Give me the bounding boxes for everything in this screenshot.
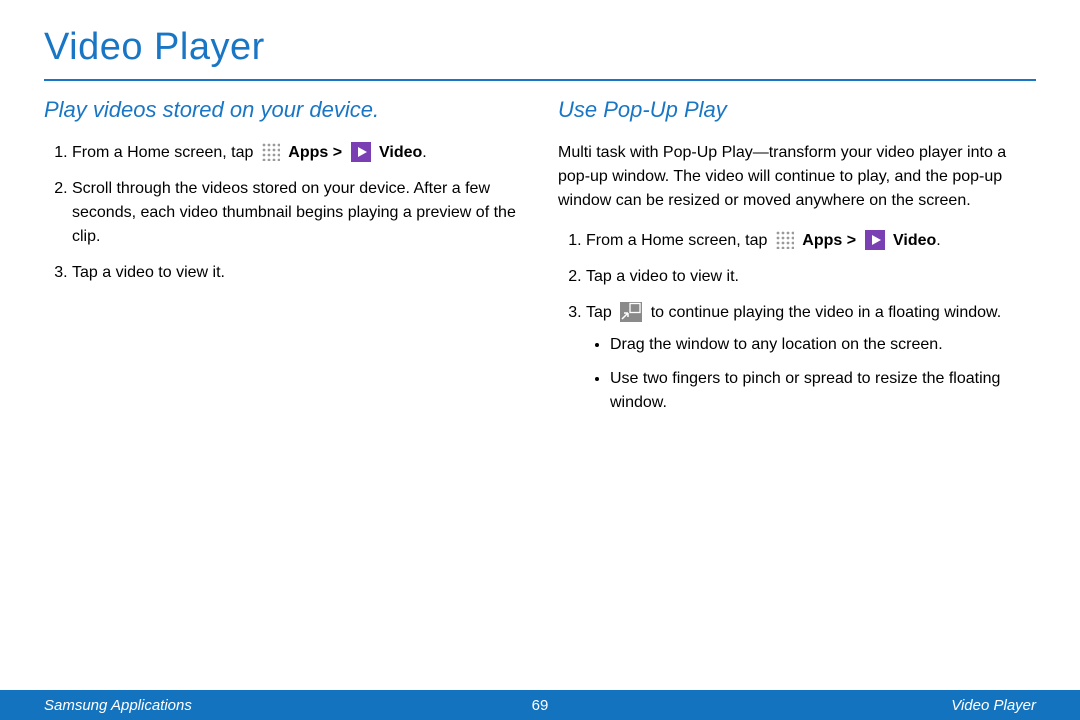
right-steps: From a Home screen, tap Apps > Video. Ta… bbox=[558, 229, 1036, 415]
left-step-2: Scroll through the videos stored on your… bbox=[72, 177, 522, 249]
page-title: Video Player bbox=[44, 20, 1036, 81]
popup-window-icon bbox=[620, 302, 642, 322]
right-heading: Use Pop-Up Play bbox=[558, 97, 1036, 123]
separator: > bbox=[842, 232, 860, 249]
apps-label: Apps bbox=[288, 144, 328, 161]
left-column: Play videos stored on your device. From … bbox=[44, 97, 522, 427]
period: . bbox=[936, 232, 940, 249]
video-label: Video bbox=[379, 144, 422, 161]
period: . bbox=[422, 144, 426, 161]
separator: > bbox=[328, 144, 346, 161]
video-label: Video bbox=[893, 232, 936, 249]
right-column: Use Pop-Up Play Multi task with Pop-Up P… bbox=[558, 97, 1036, 427]
left-step-1: From a Home screen, tap Apps > Video. bbox=[72, 141, 522, 165]
step-text: From a Home screen, tap bbox=[72, 144, 258, 161]
document-page: Video Player Play videos stored on your … bbox=[0, 0, 1080, 720]
bullet-2: Use two fingers to pinch or spread to re… bbox=[610, 367, 1036, 415]
apps-label: Apps bbox=[802, 232, 842, 249]
right-step-1: From a Home screen, tap Apps > Video. bbox=[586, 229, 1036, 253]
right-bullets: Drag the window to any location on the s… bbox=[586, 333, 1036, 415]
video-play-icon bbox=[865, 230, 885, 250]
video-play-icon bbox=[351, 142, 371, 162]
columns: Play videos stored on your device. From … bbox=[44, 97, 1036, 427]
right-step-2: Tap a video to view it. bbox=[586, 265, 1036, 289]
step-text: Tap bbox=[586, 304, 616, 321]
page-footer: Samsung Applications 69 Video Player bbox=[0, 690, 1080, 720]
footer-right: Video Player bbox=[951, 697, 1036, 714]
left-heading: Play videos stored on your device. bbox=[44, 97, 522, 123]
left-steps: From a Home screen, tap Apps > Video. Sc… bbox=[44, 141, 522, 285]
step-text: to continue playing the video in a float… bbox=[651, 304, 1001, 321]
right-step-3: Tap to continue playing the video in a f… bbox=[586, 301, 1036, 415]
step-text: From a Home screen, tap bbox=[586, 232, 772, 249]
apps-grid-icon bbox=[776, 231, 794, 249]
apps-grid-icon bbox=[262, 143, 280, 161]
footer-left: Samsung Applications bbox=[44, 697, 192, 714]
bullet-1: Drag the window to any location on the s… bbox=[610, 333, 1036, 357]
left-step-3: Tap a video to view it. bbox=[72, 261, 522, 285]
footer-page-number: 69 bbox=[532, 697, 549, 714]
right-intro: Multi task with Pop-Up Play—transform yo… bbox=[558, 141, 1036, 213]
